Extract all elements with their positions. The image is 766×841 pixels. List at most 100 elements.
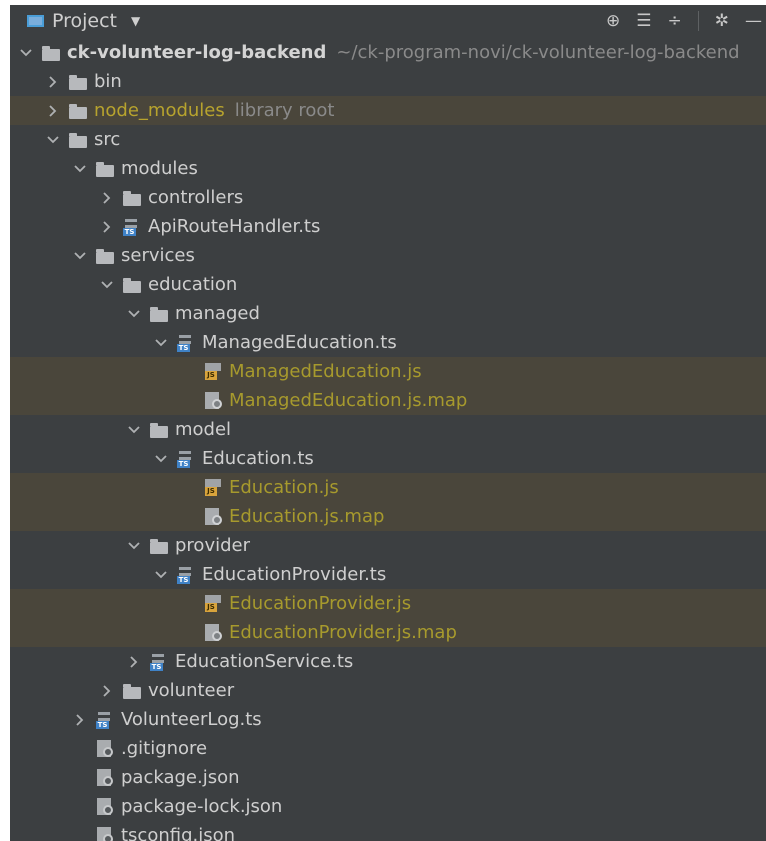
tree-row-src[interactable]: src [10,125,766,154]
locate-icon[interactable]: ⊕ [606,11,620,31]
tree-row-tsconfig-json[interactable]: tsconfig.json [10,821,766,841]
tree-item-label: volunteer [148,680,235,701]
chevron-down-icon[interactable] [71,251,89,260]
tree-row-controllers[interactable]: controllers [10,183,766,212]
tree-item-label: VolunteerLog.ts [121,709,262,730]
chevron-down-icon[interactable] [98,280,116,289]
tree-row-managededucation-ts[interactable]: TS ManagedEducation.ts [10,328,766,357]
source-map-file-icon [203,391,223,410]
tree-item-label: Education.js.map [229,506,385,527]
tree-row-volunteer[interactable]: volunteer [10,676,766,705]
tree-item-label: node_modules [94,100,225,121]
expand-all-icon[interactable]: ☰ [636,11,651,31]
tree-row-package-json[interactable]: package.json [10,763,766,792]
chevron-right-icon[interactable] [44,104,62,117]
chevron-right-icon[interactable] [125,655,143,668]
typescript-file-icon: TS [95,711,115,729]
tree-item-label: ApiRouteHandler.ts [148,216,321,237]
folder-icon [149,537,169,555]
tree-row-educationprovider-js-map[interactable]: EducationProvider.js.map [10,618,766,647]
chevron-down-icon[interactable] [152,454,170,463]
folder-icon [68,102,88,120]
tree-item-label: .gitignore [121,738,208,759]
tree-item-label: EducationService.ts [175,651,354,672]
tree-item-label: managed [175,303,260,324]
folder-icon [122,276,142,294]
hide-icon[interactable]: — [745,11,762,31]
chevron-right-icon[interactable] [71,713,89,726]
chevron-down-icon[interactable] [71,164,89,173]
project-view-selector[interactable]: Project [52,10,117,32]
folder-icon [122,682,142,700]
tree-row-education-js[interactable]: JS Education.js [10,473,766,502]
tree-row-educationprovider-ts[interactable]: TS EducationProvider.ts [10,560,766,589]
tree-item-label: EducationProvider.js [229,593,412,614]
folder-icon [41,44,61,62]
tree-row-services[interactable]: services [10,241,766,270]
tree-item-label: ManagedEducation.js.map [229,390,468,411]
chevron-down-icon[interactable] [44,135,62,144]
chevron-down-icon[interactable]: ▼ [131,14,140,28]
folder-icon [122,189,142,207]
folder-icon [95,160,115,178]
typescript-file-icon: TS [176,566,196,584]
tree-row-educationprovider-js[interactable]: JS EducationProvider.js [10,589,766,618]
tree-item-label: EducationProvider.ts [202,564,387,585]
typescript-file-icon: TS [176,450,196,468]
folder-icon [149,305,169,323]
chevron-right-icon[interactable] [98,220,116,233]
chevron-down-icon[interactable] [125,425,143,434]
tree-row-modules[interactable]: modules [10,154,766,183]
tree-item-hint: library root [234,100,335,121]
tree-row-provider[interactable]: provider [10,531,766,560]
tree-row-educationservice-ts[interactable]: TS EducationService.ts [10,647,766,676]
chevron-right-icon[interactable] [44,75,62,88]
tree-row-gitignore[interactable]: .gitignore [10,734,766,763]
chevron-down-icon[interactable] [125,309,143,318]
javascript-file-icon: JS [203,478,223,497]
tree-row-package-lock-json[interactable]: package-lock.json [10,792,766,821]
tree-item-label: provider [175,535,250,556]
project-window-icon [27,15,44,27]
source-map-file-icon [203,623,223,642]
file-tree: ck-volunteer-log-backend ~/ck-program-nov… [10,38,766,841]
chevron-down-icon[interactable] [125,541,143,550]
source-map-file-icon [203,507,223,526]
folder-icon [149,421,169,439]
tree-item-label: education [148,274,238,295]
collapse-all-icon[interactable]: ÷ [668,11,682,31]
tree-item-label: modules [121,158,198,179]
tree-item-label: package-lock.json [121,796,283,817]
chevron-right-icon[interactable] [98,191,116,204]
chevron-right-icon[interactable] [98,684,116,697]
tree-row-managed[interactable]: managed [10,299,766,328]
tree-row-node-modules[interactable]: node_modules library root [10,96,766,125]
chevron-down-icon[interactable] [17,48,35,57]
config-file-icon [95,768,115,787]
tree-item-label: services [121,245,195,266]
tree-item-label: Education.ts [202,448,314,469]
folder-icon [68,131,88,149]
tree-item-label: src [94,129,121,150]
gear-icon[interactable]: ✲ [715,11,729,31]
tree-row-education-ts[interactable]: TS Education.ts [10,444,766,473]
tree-row-model[interactable]: model [10,415,766,444]
config-file-icon [95,826,115,841]
tree-row-bin[interactable]: bin [10,67,766,96]
typescript-file-icon: TS [122,218,142,236]
tree-row-education[interactable]: education [10,270,766,299]
chevron-down-icon[interactable] [152,570,170,579]
project-tool-window: Project ▼ ⊕ ☰ ÷ ✲ — ck-volunteer-log-bac… [10,5,766,841]
folder-icon [68,73,88,91]
tree-row-managededucation-js[interactable]: JS ManagedEducation.js [10,357,766,386]
tree-row-volunteerlog-ts[interactable]: TS VolunteerLog.ts [10,705,766,734]
chevron-down-icon[interactable] [152,338,170,347]
folder-icon [95,247,115,265]
tree-row-managededucation-js-map[interactable]: ManagedEducation.js.map [10,386,766,415]
tree-row-ck-volunteer-log-backend[interactable]: ck-volunteer-log-backend ~/ck-program-nov… [10,38,766,67]
tree-row-education-js-map[interactable]: Education.js.map [10,502,766,531]
tree-item-label: controllers [148,187,244,208]
tree-row-apiroutehandler-ts[interactable]: TS ApiRouteHandler.ts [10,212,766,241]
typescript-file-icon: TS [149,653,169,671]
toolbar-divider [697,11,699,31]
